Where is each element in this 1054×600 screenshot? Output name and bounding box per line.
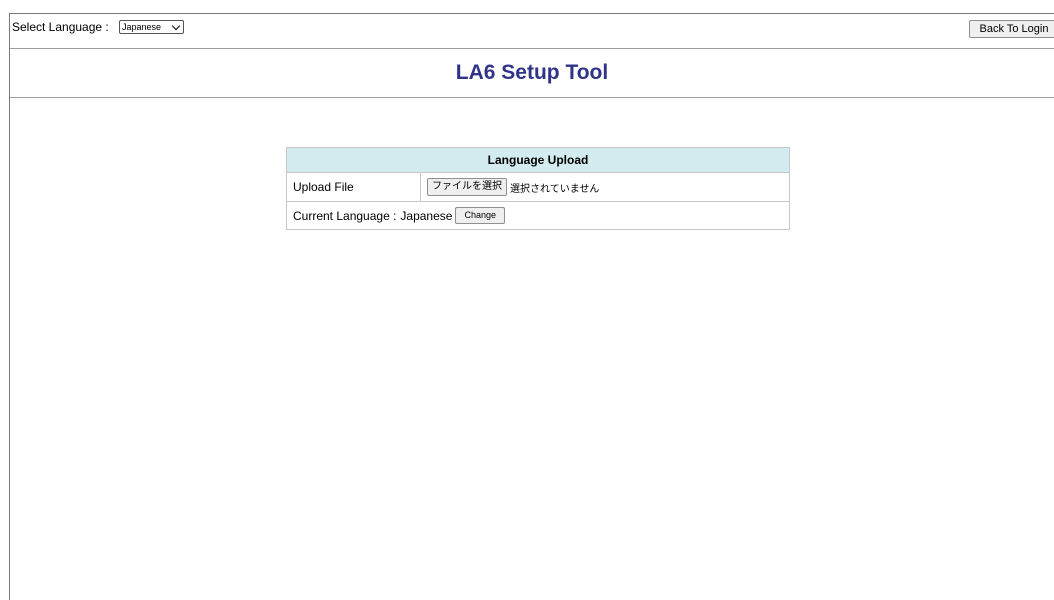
chevron-down-icon xyxy=(171,21,181,30)
file-status-text: 選択されていません xyxy=(510,183,600,195)
current-language-label: Current Language : xyxy=(293,208,397,223)
choose-file-button[interactable]: ファイルを選択 xyxy=(427,178,507,196)
select-language-label: Select Language : xyxy=(12,20,109,34)
language-select-value: Japanese xyxy=(122,21,162,32)
page-title: LA6 Setup Tool xyxy=(455,61,609,84)
current-language-value: Japanese xyxy=(400,208,453,223)
upload-file-control: ファイルを選択 選択されていません xyxy=(421,173,789,201)
page-frame: Select Language : Japanese Back To Login… xyxy=(9,13,1054,600)
top-bar: Select Language : Japanese Back To Login xyxy=(10,14,1054,48)
header-divider-top xyxy=(10,48,1054,49)
current-language-cell: Current Language : Japanese Change xyxy=(287,202,505,229)
upload-file-row: Upload File ファイルを選択 選択されていません xyxy=(287,173,789,202)
current-language-row: Current Language : Japanese Change xyxy=(287,202,789,229)
upload-file-label: Upload File xyxy=(287,173,421,201)
header-divider-bottom xyxy=(10,97,1054,98)
language-select[interactable]: Japanese xyxy=(119,20,184,34)
panel-heading: Language Upload xyxy=(287,148,789,173)
language-upload-panel: Language Upload Upload File ファイルを選択 選択され… xyxy=(286,147,790,230)
back-to-login-button[interactable]: Back To Login xyxy=(969,20,1054,38)
change-language-button[interactable]: Change xyxy=(455,207,505,224)
